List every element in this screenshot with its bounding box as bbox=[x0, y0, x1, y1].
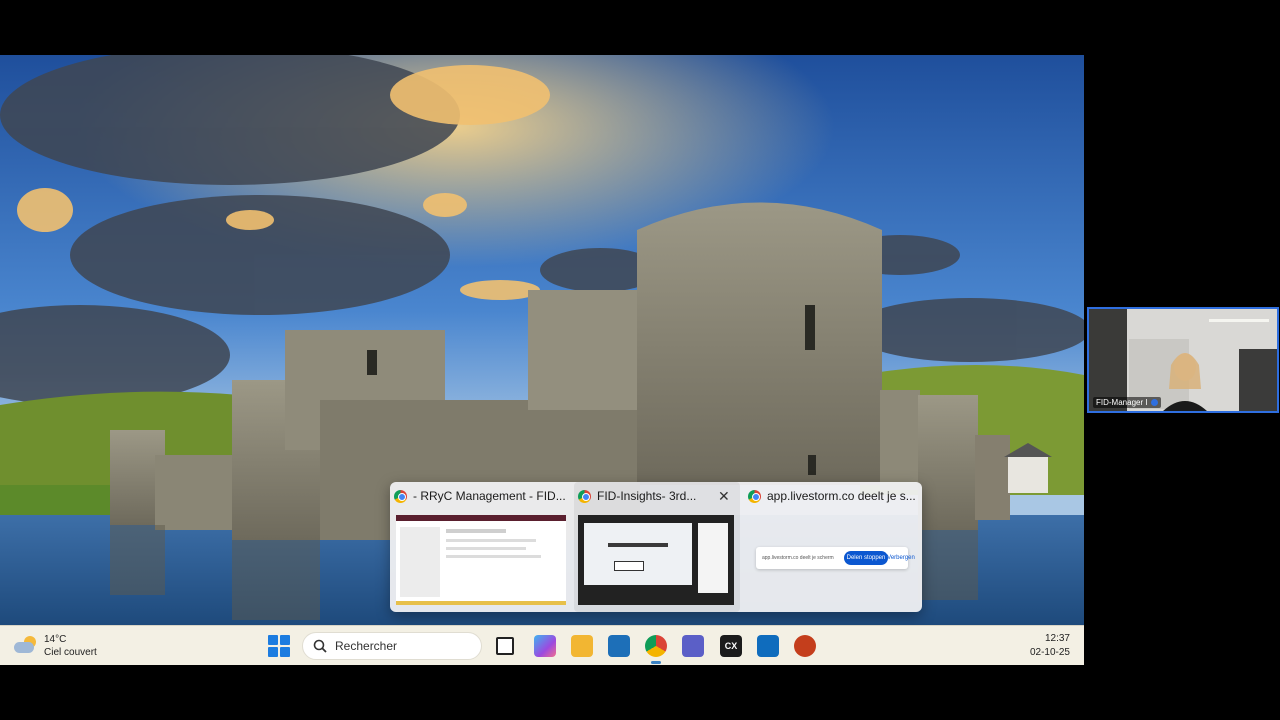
windows-logo-icon bbox=[268, 635, 278, 645]
window-preview-rryc[interactable]: - RRyC Management - FID... bbox=[390, 482, 570, 612]
outlook-icon[interactable] bbox=[757, 635, 779, 657]
weather-condition: Ciel couvert bbox=[44, 647, 97, 658]
taskbar-window-previews: - RRyC Management - FID... FID-Insights-… bbox=[390, 482, 922, 612]
cx-app-icon[interactable]: CX bbox=[720, 635, 742, 657]
chrome-icon[interactable] bbox=[645, 635, 667, 664]
window-preview-title: app.livestorm.co deelt je s... bbox=[767, 489, 916, 503]
search-icon bbox=[313, 639, 327, 653]
cloud-sun-icon bbox=[14, 636, 38, 656]
window-preview-image bbox=[396, 515, 566, 605]
store-icon[interactable] bbox=[608, 635, 630, 657]
stop-sharing-button[interactable]: Delen stoppen bbox=[844, 551, 888, 565]
window-preview-title: - RRyC Management - FID... bbox=[413, 489, 566, 503]
taskbar-search[interactable]: Rechercher bbox=[302, 632, 482, 660]
taskbar: 14°C Ciel couvert Rechercher CX 12:37 02… bbox=[0, 625, 1084, 665]
copilot-icon[interactable] bbox=[534, 635, 556, 657]
chrome-icon bbox=[578, 489, 591, 503]
participant-name-tag: FID-Manager I bbox=[1093, 397, 1161, 408]
weather-temp: 14°C bbox=[44, 634, 67, 645]
hide-button[interactable]: Verbergen bbox=[887, 551, 915, 565]
chrome-icon bbox=[748, 489, 761, 503]
window-preview-fid-insights[interactable]: FID-Insights- 3rd... ✕ bbox=[574, 482, 740, 612]
weather-widget[interactable]: 14°C Ciel couvert bbox=[14, 631, 97, 661]
window-preview-image bbox=[578, 515, 734, 605]
screen-share-bar: app.livestorm.co deelt je scherm Delen s… bbox=[756, 547, 915, 569]
window-preview-title: FID-Insights- 3rd... bbox=[597, 489, 697, 503]
chrome-icon bbox=[394, 489, 407, 503]
shared-screen: - RRyC Management - FID... FID-Insights-… bbox=[0, 55, 1084, 665]
mic-icon bbox=[1150, 399, 1158, 406]
clock-time: 12:37 bbox=[1044, 633, 1070, 644]
close-icon[interactable]: ✕ bbox=[718, 488, 730, 504]
powerpoint-icon[interactable] bbox=[794, 635, 816, 657]
file-explorer-icon[interactable] bbox=[571, 635, 593, 657]
search-placeholder: Rechercher bbox=[335, 639, 398, 653]
system-clock[interactable]: 12:37 02-10-25 bbox=[1030, 632, 1070, 660]
teams-icon[interactable] bbox=[682, 635, 704, 657]
window-preview-livestorm[interactable]: app.livestorm.co deelt je s... app.lives… bbox=[744, 482, 922, 612]
start-button[interactable] bbox=[268, 635, 290, 657]
window-preview-image: app.livestorm.co deelt je scherm Delen s… bbox=[750, 515, 915, 605]
clock-date: 02-10-25 bbox=[1029, 647, 1070, 658]
participant-video[interactable]: FID-Manager I bbox=[1087, 307, 1279, 413]
task-view-icon[interactable] bbox=[496, 637, 514, 655]
